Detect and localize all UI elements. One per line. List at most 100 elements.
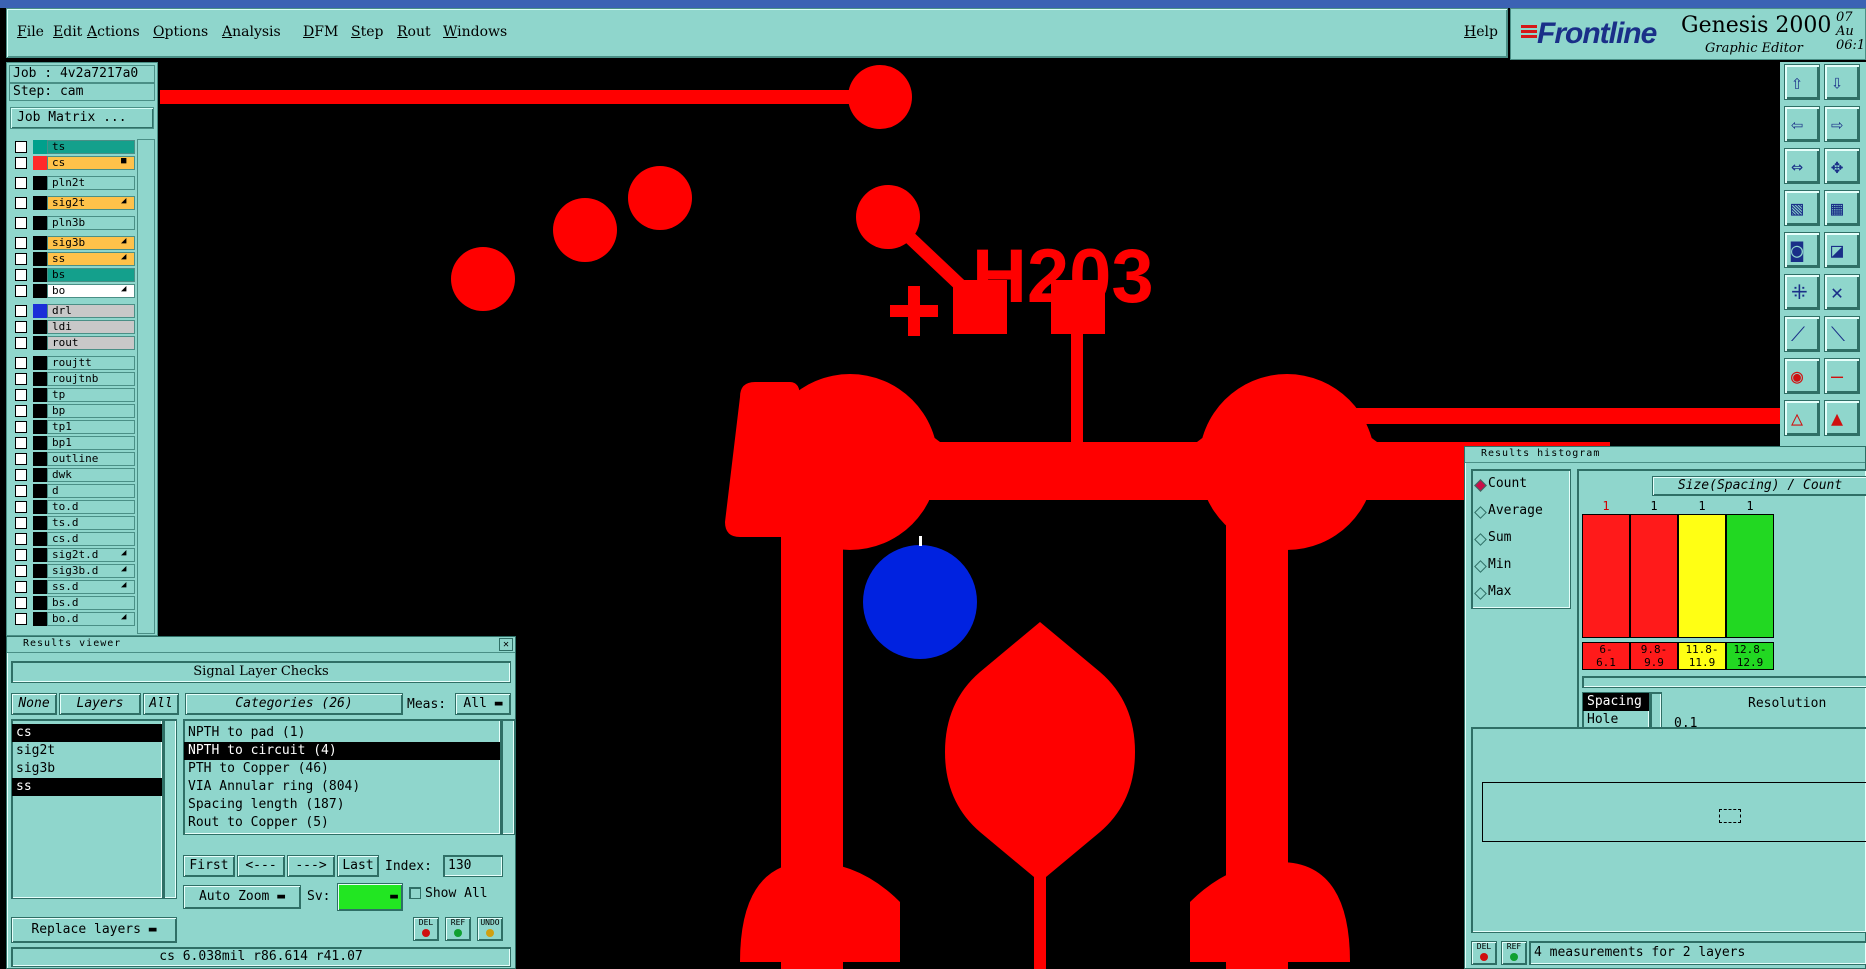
layer-row[interactable]: dwk <box>9 467 135 483</box>
menu-analysis[interactable]: Analysis <box>222 24 281 40</box>
layer-row[interactable]: ss ◢ <box>9 251 135 267</box>
layer-row[interactable]: sig3b ◢ <box>9 235 135 251</box>
none-button[interactable]: None <box>11 693 57 715</box>
layer-checkbox[interactable] <box>15 469 27 481</box>
histogram-bar[interactable] <box>1582 514 1630 638</box>
layer-checkbox[interactable] <box>15 337 27 349</box>
severity-dropdown[interactable]: ▬ <box>337 883 403 911</box>
delete-icon[interactable]: DEL <box>1471 941 1497 965</box>
layer-checkbox[interactable] <box>15 389 27 401</box>
layer-name[interactable]: tp1 <box>47 420 135 434</box>
menu-help[interactable]: Help <box>1464 24 1498 40</box>
arrow-icon[interactable]: — <box>1824 358 1860 394</box>
layer-name[interactable]: pln2t <box>47 176 135 190</box>
category-item[interactable]: Rout to Copper (5) <box>184 814 500 832</box>
mode-radio-count[interactable]: Count <box>1488 476 1527 491</box>
layer-row[interactable]: outline <box>9 451 135 467</box>
show-all-checkbox[interactable] <box>409 887 421 899</box>
menu-windows[interactable]: Windows <box>443 24 507 40</box>
pad-icon[interactable]: ⟋ <box>1784 316 1820 352</box>
layer-checkbox[interactable] <box>15 157 27 169</box>
layer-checkbox[interactable] <box>15 581 27 593</box>
layer-checkbox[interactable] <box>15 253 27 265</box>
all-button[interactable]: All <box>143 693 179 715</box>
layer-checkbox[interactable] <box>15 373 27 385</box>
layer-checkbox[interactable] <box>15 549 27 561</box>
export-icon[interactable]: ⇧ <box>1784 64 1820 100</box>
category-item[interactable]: VIA Annular ring (804) <box>184 778 500 796</box>
category-item[interactable]: Spacing length (187) <box>184 796 500 814</box>
layer-name[interactable]: d <box>47 484 135 498</box>
replace-layers-dropdown[interactable]: Replace layers ▬ <box>11 917 177 943</box>
auto-zoom-dropdown[interactable]: Auto Zoom ▬ <box>183 885 301 909</box>
triangle-icon[interactable]: ◉ <box>1784 358 1820 394</box>
layer-scrollbar[interactable] <box>137 139 155 634</box>
layer-name[interactable]: tp <box>47 388 135 402</box>
import-icon[interactable]: ⇩ <box>1824 64 1860 100</box>
layer-row[interactable]: bp <box>9 403 135 419</box>
layer-checkbox[interactable] <box>15 141 27 153</box>
histogram-bar[interactable] <box>1630 514 1678 638</box>
layer-row[interactable]: ss.d ◢ <box>9 579 135 595</box>
feature-icon[interactable]: ▧ <box>1784 190 1820 226</box>
layer-name[interactable]: bs <box>47 268 135 282</box>
layer-row[interactable]: pln2t <box>9 175 135 191</box>
layer-name[interactable]: bp <box>47 404 135 418</box>
layer-checkbox[interactable] <box>15 269 27 281</box>
histogram-bar[interactable] <box>1678 514 1726 638</box>
layer-row[interactable]: bo ◢ <box>9 283 135 299</box>
layer-row[interactable]: ts <box>9 139 135 155</box>
layer-checkbox[interactable] <box>15 357 27 369</box>
layer-row[interactable]: bs.d <box>9 595 135 611</box>
layer-checkbox[interactable] <box>15 305 27 317</box>
layer-name[interactable]: ts.d <box>47 516 135 530</box>
layer-row[interactable]: bp1 <box>9 435 135 451</box>
categories-list[interactable]: NPTH to pad (1) NPTH to circuit (4) PTH to… <box>183 719 501 835</box>
layer-checkbox[interactable] <box>15 197 27 209</box>
layers-scrollbar[interactable] <box>163 719 177 899</box>
layer-checkbox[interactable] <box>15 405 27 417</box>
delete-icon[interactable]: DEL <box>413 917 439 941</box>
slash-icon[interactable]: ✕ <box>1824 274 1860 310</box>
mode-radio-max[interactable]: Max <box>1488 584 1511 599</box>
layer-row[interactable]: bs <box>9 267 135 283</box>
result-layer-item[interactable]: ss <box>12 778 162 796</box>
categories-button[interactable]: Categories (26) <box>185 693 403 715</box>
layer-name[interactable]: to.d <box>47 500 135 514</box>
layer-row[interactable]: roujtnb <box>9 371 135 387</box>
category-item[interactable]: NPTH to circuit (4) <box>184 742 500 760</box>
snap-icon[interactable]: ⇨ <box>1824 106 1860 142</box>
result-layer-item[interactable]: sig3b <box>12 760 162 778</box>
layer-checkbox[interactable] <box>15 321 27 333</box>
refresh-icon[interactable]: REF <box>445 917 471 941</box>
histogram-title-button[interactable]: Size(Spacing) / Count <box>1652 476 1866 496</box>
ruler-icon[interactable]: ▦ <box>1824 190 1860 226</box>
layer-checkbox[interactable] <box>15 237 27 249</box>
fit-icon[interactable]: ⇔ <box>1784 148 1820 184</box>
layer-checkbox[interactable] <box>15 217 27 229</box>
layer-row[interactable]: rout <box>9 335 135 351</box>
menu-edit[interactable]: Edit <box>53 24 82 40</box>
layer-name[interactable]: cs.d <box>47 532 135 546</box>
layer-name[interactable]: drl <box>47 304 135 318</box>
layer-checkbox[interactable] <box>15 597 27 609</box>
layer-name[interactable]: rout <box>47 336 135 350</box>
layer-name[interactable]: ts <box>47 140 135 154</box>
layer-row[interactable]: sig2t ◢ <box>9 195 135 211</box>
layer-row[interactable]: bo.d ◢ <box>9 611 135 627</box>
layer-checkbox[interactable] <box>15 565 27 577</box>
undo-icon[interactable]: UNDO <box>477 917 503 941</box>
layer-row[interactable]: sig2t.d ◢ <box>9 547 135 563</box>
layer-name[interactable]: bp1 <box>47 436 135 450</box>
layer-name[interactable]: outline <box>47 452 135 466</box>
layer-checkbox[interactable] <box>15 485 27 497</box>
mode-radio-min[interactable]: Min <box>1488 557 1511 572</box>
category-item[interactable]: NPTH to pad (1) <box>184 724 500 742</box>
last-button[interactable]: Last <box>337 855 379 877</box>
minus-icon[interactable]: ⟍ <box>1824 316 1860 352</box>
next-button[interactable]: ---> <box>287 855 335 877</box>
layer-checkbox[interactable] <box>15 533 27 545</box>
index-field[interactable]: 130 <box>443 855 503 877</box>
cross-icon[interactable]: ◪ <box>1824 232 1860 268</box>
layer-checkbox[interactable] <box>15 613 27 625</box>
